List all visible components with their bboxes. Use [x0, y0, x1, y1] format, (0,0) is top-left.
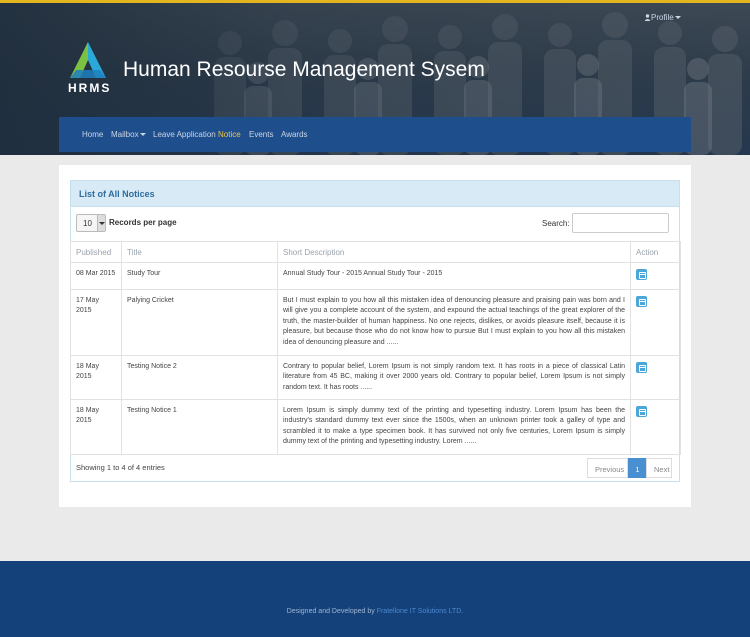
records-per-page-label: Records per page	[109, 218, 177, 227]
page-title: Human Resourse Management Sysem	[123, 58, 485, 81]
records-per-page-select[interactable]: 10	[76, 214, 106, 232]
profile-menu[interactable]: Profile	[644, 13, 681, 22]
nav-awards[interactable]: Awards	[281, 130, 308, 139]
cell-description: Annual Study Tour - 2015 Annual Study To…	[277, 262, 631, 290]
cell-published: 17 May 2015	[70, 288, 122, 356]
footer-company-link[interactable]: Fratellone IT Solutions LTD.	[377, 608, 464, 615]
column-header-short-description[interactable]: Short Description	[277, 241, 631, 263]
user-icon	[644, 14, 651, 21]
table-row: 18 May 2015 Testing Notice 1 Lorem Ipsum…	[70, 398, 681, 455]
calendar-icon[interactable]	[636, 405, 647, 417]
cell-title: Testing Notice 2	[121, 354, 278, 400]
column-header-title[interactable]: Title	[121, 241, 278, 263]
nav-home[interactable]: Home	[82, 130, 103, 139]
cell-published: 18 May 2015	[70, 398, 122, 455]
search-label: Search:	[542, 219, 570, 228]
chevron-down-icon	[674, 16, 681, 20]
column-header-published[interactable]: Published	[70, 241, 122, 263]
cell-title: Palying Cricket	[121, 288, 278, 356]
nav-leave-application[interactable]: Leave Application	[153, 130, 216, 139]
footer-credit: Designed and Developed by Fratellone IT …	[0, 608, 750, 615]
nav-notice-label: Notice	[218, 130, 241, 139]
calendar-icon[interactable]	[636, 295, 647, 307]
nav-awards-label: Awards	[281, 130, 308, 139]
panel-header: List of All Notices	[71, 181, 679, 207]
cell-action	[630, 262, 681, 290]
cell-description: Contrary to popular belief, Lorem Ipsum …	[277, 354, 631, 400]
nav-notice[interactable]: Notice	[218, 130, 241, 139]
cell-description: But I must explain to you how all this m…	[277, 288, 631, 356]
main-navbar: Home Mailbox Leave Application Notice Ev…	[59, 117, 691, 152]
calendar-icon[interactable]	[636, 269, 647, 280]
page-1-button[interactable]: 1	[628, 458, 647, 478]
nav-events[interactable]: Events	[249, 130, 273, 139]
next-button[interactable]: Next	[646, 458, 672, 478]
calendar-icon[interactable]	[636, 361, 647, 373]
table-row: 08 Mar 2015 Study Tour Annual Study Tour…	[70, 262, 681, 290]
cell-title: Study Tour	[121, 262, 278, 290]
chevron-down-icon	[139, 133, 146, 137]
pagination: Previous 1 Next	[587, 458, 672, 478]
table-row: 18 May 2015 Testing Notice 2 Contrary to…	[70, 354, 681, 400]
table-row: 17 May 2015 Palying Cricket But I must e…	[70, 288, 681, 356]
column-header-action: Action	[630, 241, 681, 263]
table-header-row: Published Title Short Description Action	[70, 241, 681, 263]
cell-action	[630, 354, 681, 400]
cell-action	[630, 288, 681, 356]
previous-button[interactable]: Previous	[587, 458, 628, 478]
page-footer: Designed and Developed by Fratellone IT …	[0, 561, 750, 637]
chevron-down-icon	[97, 215, 105, 231]
cell-action	[630, 398, 681, 455]
panel-title: List of All Notices	[79, 189, 155, 199]
records-per-page-value: 10	[83, 219, 92, 228]
nav-events-label: Events	[249, 130, 274, 139]
cell-title: Testing Notice 1	[121, 398, 278, 455]
footer-text: Designed and Developed by	[286, 608, 375, 615]
table-info: Showing 1 to 4 of 4 entries	[76, 463, 165, 472]
cell-published: 18 May 2015	[70, 354, 122, 400]
nav-mailbox[interactable]: Mailbox	[111, 130, 146, 139]
nav-home-label: Home	[82, 130, 104, 139]
nav-leave-application-label: Leave Application	[153, 130, 216, 139]
nav-mailbox-label: Mailbox	[111, 130, 139, 139]
profile-label: Profile	[651, 13, 674, 22]
search-input[interactable]	[572, 213, 669, 233]
cell-description: Lorem Ipsum is simply dummy text of the …	[277, 398, 631, 455]
notices-table: Published Title Short Description Action…	[70, 241, 681, 455]
cell-published: 08 Mar 2015	[70, 262, 122, 290]
logo-text: HRMS	[68, 81, 112, 95]
